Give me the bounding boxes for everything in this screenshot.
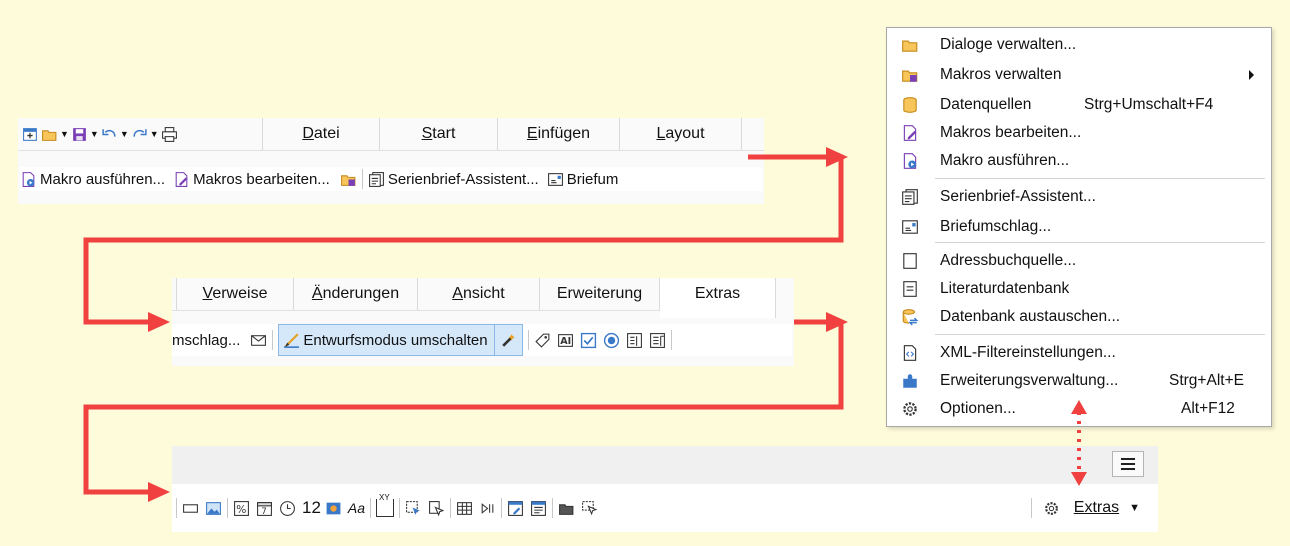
flow-arrows [83, 147, 1087, 502]
dotted-link-arrow [1071, 400, 1087, 486]
flow-arrow-2 [83, 319, 844, 495]
flow-arrow-1 [83, 154, 844, 325]
